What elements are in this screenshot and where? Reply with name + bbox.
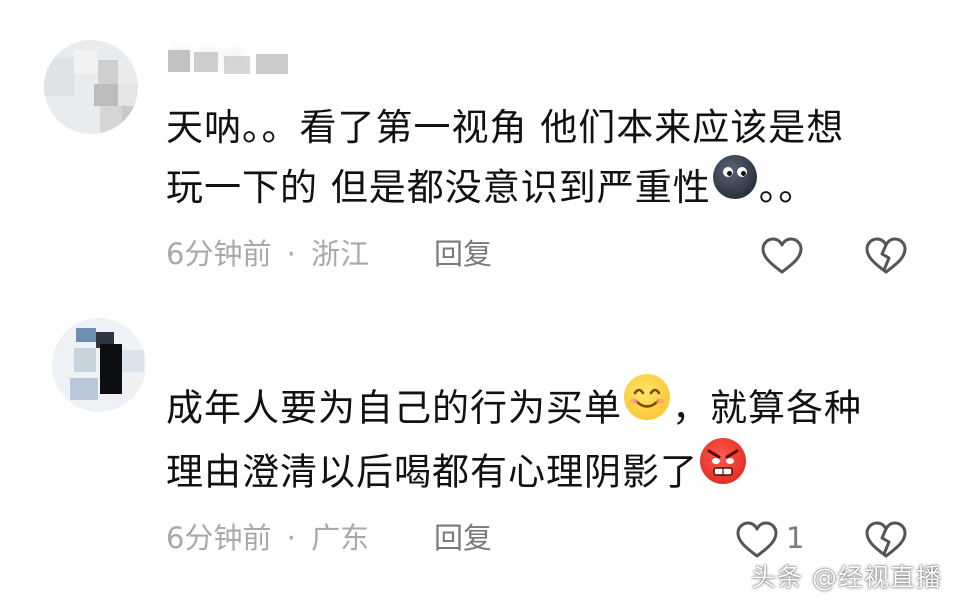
heart-icon[interactable] bbox=[735, 520, 779, 560]
comment-time: 6分钟前 bbox=[166, 521, 272, 555]
comment-line: 天呐。。看了第一视角 他们本来应该是想 bbox=[166, 106, 845, 149]
reply-button[interactable]: 回复 bbox=[434, 234, 492, 274]
broken-heart-icon[interactable] bbox=[864, 236, 908, 276]
like-count: 1 bbox=[786, 521, 805, 555]
angry-face-emoji bbox=[700, 438, 746, 506]
username[interactable]: 黄炳炜 bbox=[168, 44, 296, 78]
comment-meta: 6分钟前 · 浙江 bbox=[166, 234, 369, 274]
avatar[interactable] bbox=[52, 318, 146, 412]
comment-line-wrap: 成年人要为自己的行为买单 ，就算各种 bbox=[166, 374, 896, 442]
comment-text: 成年人要为自己的行为买单 ，就算各种 理由澄清以后喝都有心理阴影了 bbox=[166, 374, 896, 506]
meta-separator: · bbox=[286, 521, 296, 555]
comment-location: 广东 bbox=[311, 521, 370, 555]
comment-line: 玩一下的 但是都没意识到严重性 bbox=[166, 166, 711, 209]
comment-location: 浙江 bbox=[311, 237, 370, 271]
comment-line: 成年人要为自己的行为买单 bbox=[166, 386, 622, 430]
comment-meta: 6分钟前 · 广东 bbox=[166, 518, 369, 558]
comment-item: 黄炳炜 天呐。。看了第一视角 他们本来应该是想 玩一下的 但是都没意识到严重性 … bbox=[0, 0, 960, 296]
comment-line-suffix: 。。 bbox=[758, 166, 817, 209]
comment-line: 理由澄清以后喝都有心理阴影了 bbox=[166, 450, 698, 494]
comment-line-suffix: ，就算各种 bbox=[672, 386, 862, 430]
heart-icon[interactable] bbox=[760, 236, 804, 276]
reply-button[interactable]: 回复 bbox=[434, 518, 492, 558]
dark-moon-face-emoji bbox=[712, 154, 757, 221]
comment-time: 6分钟前 bbox=[166, 237, 272, 271]
comment-text: 天呐。。看了第一视角 他们本来应该是想 玩一下的 但是都没意识到严重性 。。 bbox=[166, 98, 896, 221]
smiling-face-emoji bbox=[624, 374, 670, 442]
avatar[interactable] bbox=[44, 40, 138, 134]
meta-separator: · bbox=[286, 237, 296, 271]
watermark: 头条 @经视直播 bbox=[751, 563, 942, 592]
broken-heart-icon[interactable] bbox=[864, 520, 908, 560]
username[interactable] bbox=[168, 340, 296, 374]
comment-line-wrap: 理由澄清以后喝都有心理阴影了 bbox=[166, 438, 896, 506]
comment-line-wrap: 玩一下的 但是都没意识到严重性 。。 bbox=[166, 154, 896, 221]
